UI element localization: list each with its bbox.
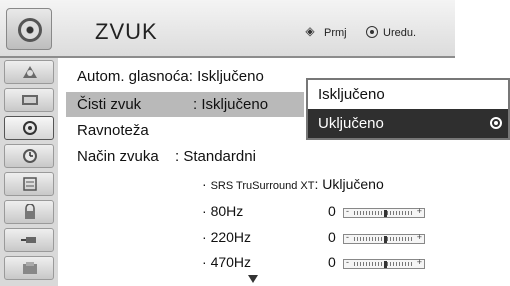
plus-icon: + bbox=[416, 257, 422, 267]
selected-radio-icon bbox=[490, 117, 502, 129]
slider-thumb[interactable] bbox=[384, 236, 387, 243]
scroll-down-arrow-icon[interactable] bbox=[248, 275, 258, 283]
sub-row-label: 220Hz bbox=[210, 229, 252, 245]
sound-icon bbox=[6, 8, 52, 50]
sidebar-item-time[interactable] bbox=[4, 144, 54, 168]
plus-icon: + bbox=[416, 206, 422, 216]
sound-icon bbox=[23, 121, 37, 135]
popup-option-off[interactable]: Isključeno bbox=[308, 80, 508, 109]
sub-row-eq-470hz[interactable]: · 470Hz bbox=[202, 254, 251, 270]
sub-row-eq-220hz[interactable]: · 220Hz bbox=[202, 229, 251, 245]
sidebar-item-lock[interactable] bbox=[4, 200, 54, 224]
usb-icon bbox=[23, 262, 37, 274]
eq-slider-80hz[interactable]: - + bbox=[343, 206, 425, 218]
sub-row-srs-trusurround[interactable]: · SRS TruSurround XT: Uključeno bbox=[202, 176, 384, 192]
eq-slider-220hz[interactable]: - + bbox=[343, 232, 425, 244]
picture-icon bbox=[23, 66, 37, 78]
page-title: ZVUK bbox=[95, 19, 158, 44]
minus-icon: - bbox=[346, 232, 349, 242]
menu-row-balance[interactable]: Ravnoteža bbox=[77, 122, 149, 139]
tv-icon bbox=[22, 95, 38, 105]
menu-row-value: Standardni bbox=[183, 148, 256, 165]
input-icon bbox=[21, 237, 36, 243]
lock-icon bbox=[25, 204, 35, 219]
category-sidebar bbox=[0, 58, 58, 286]
sub-row-label: SRS TruSurround XT bbox=[210, 180, 315, 192]
hint-move-label: Prmj bbox=[324, 27, 347, 39]
eq-value-470hz: 0 bbox=[328, 254, 336, 270]
sidebar-item-usb[interactable] bbox=[4, 256, 54, 280]
hint-ok-label: Uredu. bbox=[383, 27, 417, 39]
menu-row-label: Ravnoteža bbox=[77, 122, 149, 139]
menu-row-auto-volume[interactable]: Autom. glasnoća: Isključeno bbox=[77, 68, 264, 85]
sidebar-item-input[interactable] bbox=[4, 228, 54, 252]
slider-thumb[interactable] bbox=[384, 261, 387, 268]
menu-row-value: Isključeno bbox=[197, 68, 264, 85]
sidebar-item-picture[interactable] bbox=[4, 60, 54, 84]
menu-row-sound-mode[interactable]: Način zvuka: Standardni bbox=[77, 148, 256, 165]
menu-row-label: Način zvuka bbox=[77, 148, 159, 165]
menu-row-label: Čisti zvuk bbox=[77, 96, 142, 113]
popup-option-label: Uključeno bbox=[318, 115, 384, 132]
menu-header: ZVUK ◈ Prmj Uredu. bbox=[0, 0, 455, 58]
eq-value-220hz: 0 bbox=[328, 229, 336, 245]
sub-row-label: 80Hz bbox=[210, 203, 244, 219]
navigation-arrows-icon: ◈ bbox=[305, 24, 315, 38]
slider-thumb[interactable] bbox=[384, 210, 387, 217]
eq-slider-470hz[interactable]: - + bbox=[343, 257, 425, 269]
option-icon bbox=[23, 177, 37, 191]
clear-voice-options-popup: Isključeno Uključeno bbox=[306, 78, 510, 140]
menu-row-label: Autom. glasnoća bbox=[77, 68, 189, 85]
sub-row-value: Uključeno bbox=[322, 176, 384, 192]
sidebar-item-sound[interactable] bbox=[4, 116, 54, 140]
minus-icon: - bbox=[346, 206, 349, 216]
sub-row-label: 470Hz bbox=[210, 254, 252, 270]
ok-button-icon bbox=[366, 26, 378, 38]
sidebar-item-option[interactable] bbox=[4, 172, 54, 196]
menu-row-clear-voice[interactable]: Čisti zvuk: Isključeno bbox=[77, 96, 268, 113]
sidebar-item-tv[interactable] bbox=[4, 88, 54, 112]
clock-icon bbox=[23, 149, 37, 163]
menu-row-value: Isključeno bbox=[201, 96, 269, 113]
sub-row-eq-80hz[interactable]: · 80Hz bbox=[202, 203, 243, 219]
eq-value-80hz: 0 bbox=[328, 203, 336, 219]
minus-icon: - bbox=[346, 257, 349, 267]
plus-icon: + bbox=[416, 232, 422, 242]
popup-option-on[interactable]: Uključeno bbox=[308, 109, 508, 138]
